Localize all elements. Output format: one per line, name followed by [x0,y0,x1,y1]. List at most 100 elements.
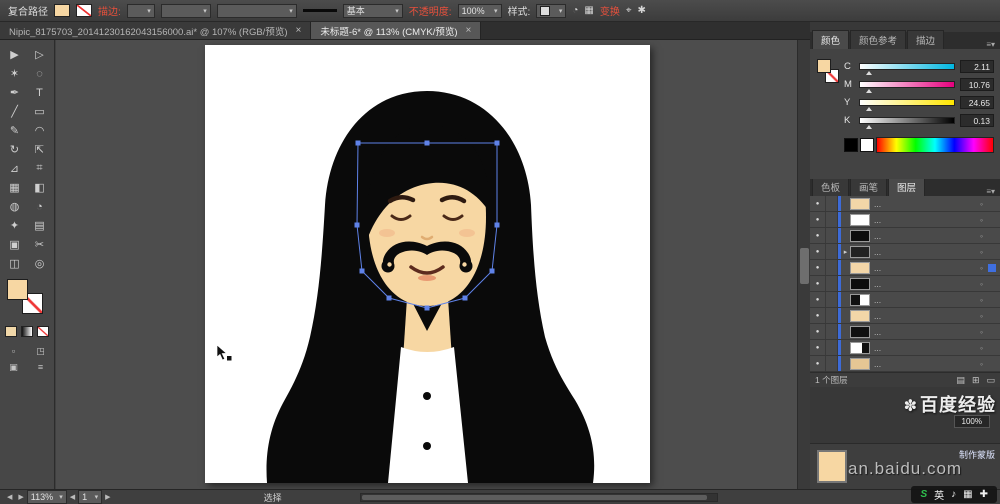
document-tab-nipic[interactable]: Nipic_8175703_20141230162043156000.ai* @… [0,22,312,39]
tool-icon[interactable]: ▶ [2,45,27,64]
ime-keyboard-icon[interactable]: ▦ [963,489,972,500]
layer-thumbnail[interactable] [850,309,870,322]
lock-cell[interactable] [826,244,838,259]
color-mode-icon[interactable] [5,326,17,337]
layer-name[interactable]: ... [874,295,975,305]
lock-cell[interactable] [826,340,838,355]
layer-row[interactable]: ... [810,260,1000,276]
target-icon[interactable] [975,247,988,257]
lock-cell[interactable] [826,212,838,227]
transparency-thumbnail[interactable] [817,450,847,483]
tab-color-guide[interactable]: 颜色参考 [850,30,907,49]
channel-slider[interactable] [859,62,955,75]
sogou-logo-icon[interactable]: S [920,489,927,500]
tool-icon[interactable]: ╱ [2,102,27,121]
tool-icon[interactable]: T [27,83,52,102]
channel-value[interactable]: 2.11 [960,59,994,73]
layer-name[interactable]: ... [874,343,975,353]
lock-cell[interactable] [826,196,838,211]
fill-color-swatch[interactable] [54,4,70,17]
panel-menu-icon[interactable]: ≡▾ [986,40,1000,49]
tool-icon[interactable]: ⌗ [27,159,52,178]
layer-thumbnail[interactable] [850,293,870,306]
layer-row[interactable]: ... [810,212,1000,228]
layer-name[interactable]: ... [874,215,975,225]
layer-row[interactable]: ▸ ... [810,244,1000,260]
panel-fill-swatch[interactable] [817,59,831,73]
horizontal-scrollbar[interactable] [359,492,718,502]
channel-value[interactable]: 24.65 [960,95,994,109]
document-tab-untitled[interactable]: 未标题-6* @ 113% (CMYK/预览) × [311,22,482,39]
document-setup-icon[interactable]: ◔ [572,5,578,16]
scroll-left-icon[interactable]: ◀ [4,493,15,501]
layer-thumbnail[interactable] [850,261,870,274]
visibility-eye-icon[interactable] [810,260,826,275]
draw-mode-icon[interactable]: ▣ [0,359,27,375]
lock-cell[interactable] [826,228,838,243]
slider-knob-icon[interactable] [865,106,872,111]
make-mask-button[interactable]: 制作蒙版 [959,448,995,461]
visibility-eye-icon[interactable] [810,276,826,291]
tool-icon[interactable]: ↻ [2,140,27,159]
tab-brushes[interactable]: 画笔 [850,177,888,196]
layer-name[interactable]: ... [874,327,975,337]
tool-icon[interactable]: ◍ [2,197,27,216]
fill-proxy-swatch[interactable] [7,279,28,300]
visibility-eye-icon[interactable] [810,212,826,227]
tool-icon[interactable]: ▣ [2,235,27,254]
tool-icon[interactable]: ◎ [27,254,52,273]
lock-cell[interactable] [826,356,838,371]
tab-swatches[interactable]: 色板 [812,177,850,196]
visibility-eye-icon[interactable] [810,340,826,355]
layer-row[interactable]: ... [810,292,1000,308]
target-icon[interactable] [975,263,988,273]
visibility-eye-icon[interactable] [810,228,826,243]
close-icon[interactable]: × [295,25,301,36]
gradient-mode-icon[interactable] [21,326,33,337]
visibility-eye-icon[interactable] [810,356,826,371]
layer-name[interactable]: ... [874,199,975,209]
delete-layer-icon[interactable]: ▭ [986,375,995,386]
channel-value[interactable]: 0.13 [960,113,994,127]
close-icon[interactable]: × [466,25,472,36]
layer-name[interactable]: ... [874,311,975,321]
white-swatch[interactable] [860,138,874,152]
tool-icon[interactable]: ▭ [27,102,52,121]
stroke-color-swatch[interactable] [76,4,92,17]
settings-icon[interactable]: ✱ [637,5,645,16]
tool-icon[interactable]: ▦ [2,178,27,197]
ime-tools-icon[interactable]: ✚ [980,489,988,500]
layer-thumbnail[interactable] [850,341,870,354]
zoom-dropdown[interactable]: 113% [26,490,67,504]
free-transform-icon[interactable]: ⌖ [626,5,632,16]
vertical-scrollbar[interactable] [797,40,810,489]
target-icon[interactable] [975,231,988,241]
variable-width-dropdown[interactable] [216,3,297,18]
tool-icon[interactable]: ✎ [2,121,27,140]
tab-color[interactable]: 颜色 [812,30,850,49]
layer-name[interactable]: ... [874,359,975,369]
layer-thumbnail[interactable] [850,357,870,370]
ime-tone-icon[interactable]: ♪ [951,489,956,500]
tool-icon[interactable]: ◔ [27,197,52,216]
tool-icon[interactable]: ⇱ [27,140,52,159]
channel-slider[interactable] [859,80,955,93]
layer-thumbnail[interactable] [850,325,870,338]
slider-knob-icon[interactable] [865,88,872,93]
channel-value[interactable]: 10.76 [960,77,994,91]
color-spectrum-bar[interactable] [876,137,994,153]
visibility-eye-icon[interactable] [810,196,826,211]
opacity-label[interactable]: 不透明度: [409,3,452,18]
style-dropdown[interactable] [536,3,567,18]
slider-knob-icon[interactable] [865,70,872,75]
visibility-eye-icon[interactable] [810,244,826,259]
make-mask-icon[interactable]: ▤ [956,375,965,386]
scroll-right-icon[interactable]: ▶ [15,493,26,501]
panel-menu-icon[interactable]: ≡▾ [986,187,1000,196]
tab-stroke[interactable]: 描边 [907,30,945,49]
draw-mode-icon[interactable]: ▫ [0,343,27,359]
brush-definition-dropdown[interactable]: 基本 [342,3,403,18]
tool-icon[interactable]: ✦ [2,216,27,235]
lock-cell[interactable] [826,260,838,275]
layer-row[interactable]: ... [810,196,1000,212]
